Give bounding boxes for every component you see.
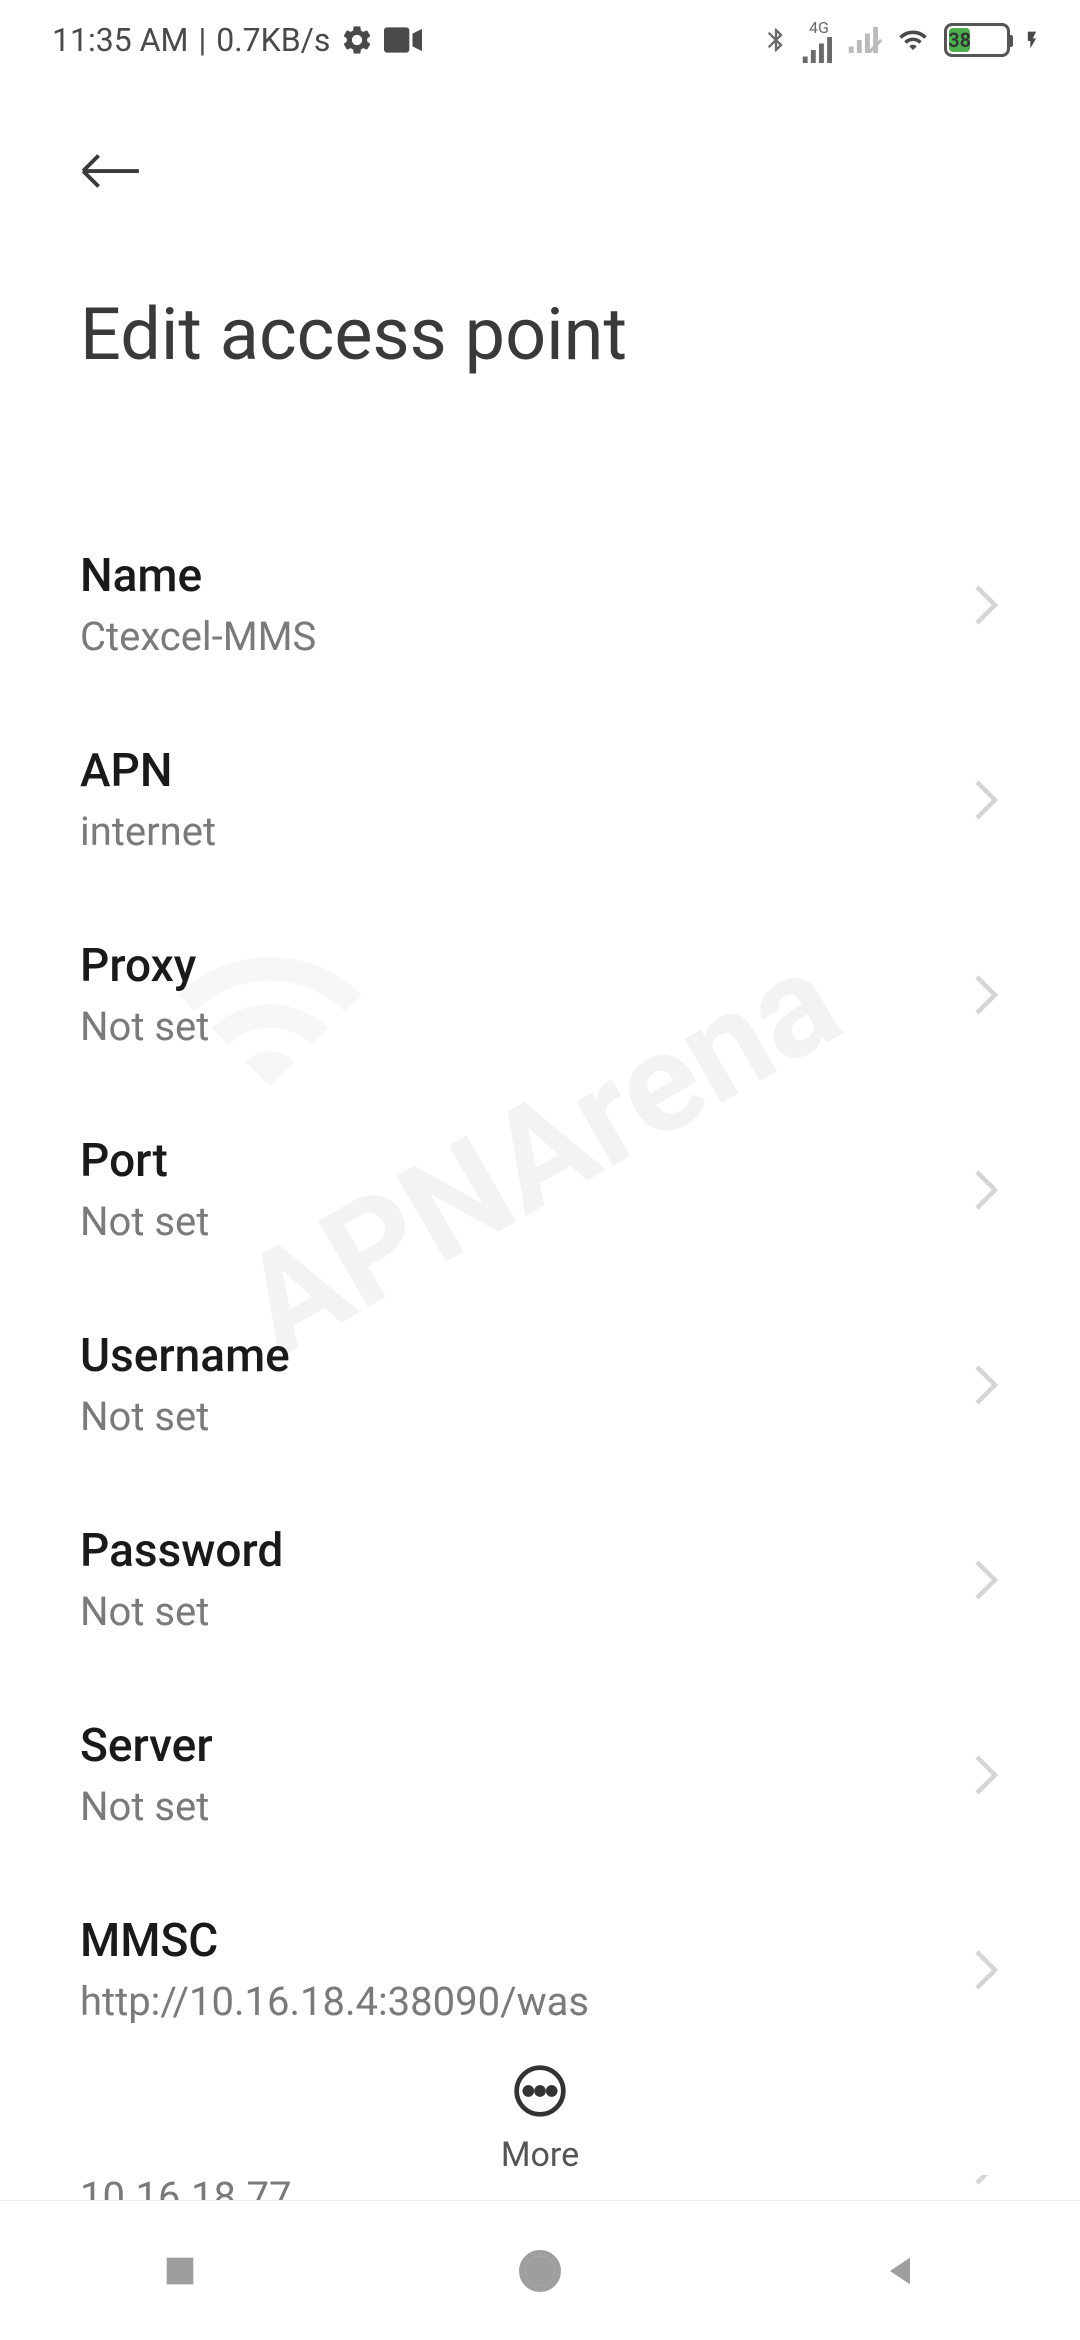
camera-icon: [384, 26, 422, 54]
setting-value: Not set: [80, 1588, 283, 1635]
back-button[interactable]: [80, 140, 142, 202]
setting-value: Not set: [80, 1393, 290, 1440]
chevron-right-icon: [972, 1169, 1000, 1211]
status-right: 4G 38: [762, 18, 1042, 63]
setting-label: APN: [80, 744, 216, 798]
setting-label: Name: [80, 549, 316, 603]
setting-value: Not set: [80, 1003, 209, 1050]
status-left: 11:35 AM | 0.7KB/s: [52, 21, 422, 59]
circle-icon: [516, 2247, 564, 2295]
setting-apn[interactable]: APN internet: [80, 702, 1000, 897]
setting-name[interactable]: Name Ctexcel-MMS: [80, 507, 1000, 702]
setting-value: Ctexcel-MMS: [80, 613, 316, 660]
more-button[interactable]: More: [501, 2063, 579, 2175]
setting-value: Not set: [80, 1783, 213, 1830]
arrow-left-icon: [80, 150, 142, 192]
chevron-right-icon: [972, 1949, 1000, 1991]
bluetooth-icon: [762, 21, 790, 59]
setting-server[interactable]: Server Not set: [80, 1677, 1000, 1872]
setting-label: MMSC: [80, 1914, 589, 1968]
nav-home-button[interactable]: [440, 2247, 640, 2295]
chevron-right-icon: [972, 1559, 1000, 1601]
setting-port[interactable]: Port Not set: [80, 1092, 1000, 1287]
chevron-right-icon: [972, 779, 1000, 821]
setting-label: Password: [80, 1524, 283, 1578]
setting-value: internet: [80, 808, 216, 855]
more-label: More: [501, 2135, 579, 2175]
square-icon: [160, 2251, 200, 2291]
bottom-action-bar: More: [0, 2023, 1080, 2175]
setting-value: Not set: [80, 1198, 209, 1245]
triangle-left-icon: [880, 2251, 920, 2291]
chevron-right-icon: [972, 1754, 1000, 1796]
chevron-right-icon: [972, 1364, 1000, 1406]
setting-label: Port: [80, 1134, 209, 1188]
navigation-bar: [0, 2200, 1080, 2340]
chevron-right-icon: [972, 974, 1000, 1016]
setting-proxy[interactable]: Proxy Not set: [80, 897, 1000, 1092]
page-title: Edit access point: [80, 292, 1000, 377]
wifi-icon: [894, 25, 932, 55]
setting-label: Server: [80, 1719, 213, 1773]
status-bar: 11:35 AM | 0.7KB/s 4G 38: [0, 0, 1080, 80]
charging-icon: [1022, 23, 1042, 57]
setting-password[interactable]: Password Not set: [80, 1482, 1000, 1677]
signal-4g-icon: 4G: [802, 18, 836, 63]
chevron-right-icon: [972, 584, 1000, 626]
signal-nosim-icon: [848, 27, 882, 53]
more-icon: [512, 2063, 568, 2119]
status-time: 11:35 AM: [52, 21, 188, 59]
battery-icon: 38: [944, 23, 1010, 57]
setting-value: http://10.16.18.4:38090/was: [80, 1978, 589, 2025]
nav-back-button[interactable]: [800, 2251, 1000, 2291]
status-datarate: 0.7KB/s: [216, 21, 330, 59]
nav-recents-button[interactable]: [80, 2251, 280, 2291]
gear-icon: [340, 23, 374, 57]
settings-list: Name Ctexcel-MMS APN internet Proxy Not …: [0, 407, 1080, 2262]
setting-label: Proxy: [80, 939, 209, 993]
setting-label: Username: [80, 1329, 290, 1383]
setting-username[interactable]: Username Not set: [80, 1287, 1000, 1482]
status-separator: |: [198, 21, 206, 59]
header: Edit access point: [0, 80, 1080, 407]
